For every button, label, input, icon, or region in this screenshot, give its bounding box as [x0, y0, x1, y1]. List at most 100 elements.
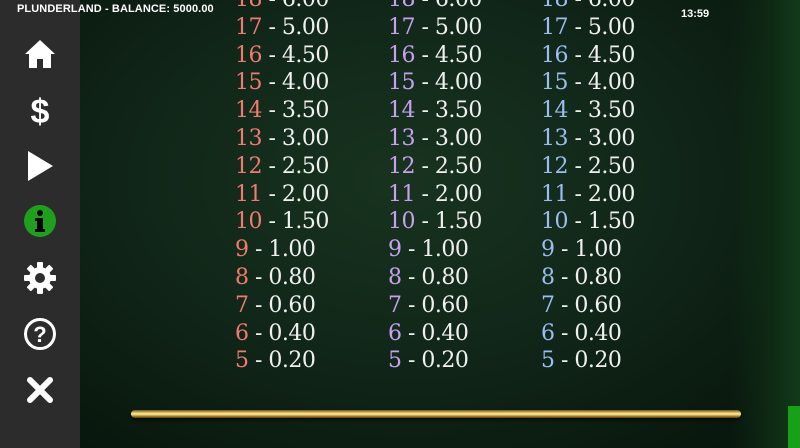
symbol-count: 13: [388, 126, 416, 151]
paytable-row: 14 - 3.50: [388, 97, 482, 125]
close-button[interactable]: [17, 370, 63, 410]
bet-button[interactable]: $: [17, 90, 63, 130]
separator: -: [262, 209, 282, 235]
symbol-count: 8: [235, 265, 249, 290]
payout-value: 4.00: [281, 70, 329, 96]
paytable-row: 5 - 0.20: [541, 347, 622, 375]
paytable-row: 11 - 2.00: [235, 181, 329, 209]
payout-value: 0.60: [268, 292, 316, 318]
close-icon: [27, 377, 53, 403]
settings-button[interactable]: [17, 258, 63, 298]
paytable-row: 6 - 0.40: [235, 320, 316, 348]
separator: -: [415, 42, 435, 68]
info-button[interactable]: [17, 201, 63, 241]
symbol-count: 14: [235, 98, 263, 124]
payout-value: 3.50: [281, 98, 329, 124]
payout-value: 0.20: [268, 348, 316, 374]
separator: -: [415, 181, 435, 207]
separator: -: [262, 181, 282, 207]
play-icon: [28, 151, 53, 181]
paytable-row: 10 - 1.50: [235, 208, 329, 236]
payout-value: 4.50: [587, 42, 635, 68]
paytable-row: 11 - 2.00: [541, 181, 635, 209]
symbol-count: 15: [541, 70, 569, 96]
symbol-count: 7: [235, 292, 249, 318]
paytable-row: 15 - 4.00: [388, 69, 482, 97]
symbol-count: 14: [388, 98, 416, 124]
separator: -: [568, 209, 588, 235]
separator: -: [401, 320, 422, 346]
paytable-row: 10 - 1.50: [541, 208, 635, 236]
paytable-row: 10 - 1.50: [388, 208, 482, 236]
paytable-row: 15 - 4.00: [541, 69, 635, 97]
paytable-row: 11 - 2.00: [388, 181, 482, 209]
home-button[interactable]: [17, 34, 63, 74]
payout-value: 0.80: [421, 265, 469, 290]
sidebar-menu: $ ?: [0, 0, 80, 448]
payout-value: 2.50: [281, 153, 329, 179]
separator: -: [401, 292, 422, 318]
payout-value: 0.20: [574, 348, 622, 374]
symbol-count: 15: [235, 70, 263, 96]
payout-value: 0.60: [574, 292, 622, 318]
paytable-row: 7 - 0.60: [388, 292, 469, 320]
scrollbar-thumb[interactable]: [788, 406, 800, 448]
paytable-row: 16 - 4.50: [541, 42, 635, 70]
paytable-row: 6 - 0.40: [388, 320, 469, 348]
separator: -: [262, 126, 282, 151]
separator: -: [248, 292, 269, 318]
payout-value: 0.80: [574, 265, 622, 290]
symbol-count: 16: [235, 42, 263, 68]
paytable-row: 9 - 1.00: [388, 236, 469, 264]
separator: -: [415, 153, 435, 179]
payout-value: 2.50: [434, 153, 482, 179]
symbol-count: 6: [541, 320, 555, 346]
symbol-count: 9: [388, 237, 402, 263]
paytable-row: 13 - 3.00: [235, 125, 329, 153]
payout-value: 1.50: [434, 209, 482, 235]
payout-value: 1.00: [421, 237, 469, 263]
separator: -: [415, 70, 435, 96]
symbol-count: 12: [541, 153, 569, 179]
home-icon: [25, 40, 55, 68]
paytable-row: 5 - 0.20: [235, 347, 316, 375]
help-button[interactable]: ?: [17, 314, 63, 354]
payout-value: 3.50: [434, 98, 482, 124]
payout-value: 3.00: [587, 126, 635, 151]
paytable-row: 9 - 1.00: [541, 236, 622, 264]
payout-value: 0.40: [268, 320, 316, 346]
symbol-count: 6: [235, 320, 249, 346]
paytable-row: 13 - 3.00: [541, 125, 635, 153]
separator: -: [568, 70, 588, 96]
symbol-count: 9: [541, 237, 555, 263]
separator: -: [554, 237, 575, 263]
payout-value: 0.40: [574, 320, 622, 346]
paytable-row: 9 - 1.00: [235, 236, 316, 264]
separator: -: [262, 42, 282, 68]
separator: -: [568, 42, 588, 68]
symbol-count: 15: [388, 70, 416, 96]
paytable-row: 16 - 4.50: [388, 42, 482, 70]
separator: -: [415, 126, 435, 151]
symbol-count: 8: [541, 265, 555, 290]
payout-value: 0.80: [268, 265, 316, 290]
symbol-count: 11: [235, 181, 263, 207]
separator: -: [262, 98, 282, 124]
payout-value: 1.50: [281, 209, 329, 235]
symbol-count: 7: [388, 292, 402, 318]
paytable-panel[interactable]: 18 - 6.0017 - 5.0016 - 4.5015 - 4.0014 -…: [80, 0, 800, 448]
autoplay-button[interactable]: [17, 146, 63, 186]
symbol-count: 5: [388, 348, 402, 374]
separator: -: [401, 265, 422, 290]
paytable-row: 16 - 4.50: [235, 42, 329, 70]
symbol-count: 6: [388, 320, 402, 346]
payout-value: 2.00: [587, 181, 635, 207]
svg-text:$: $: [31, 93, 50, 128]
paytable-row: 8 - 0.80: [388, 264, 469, 292]
payout-value: 1.50: [587, 209, 635, 235]
payout-value: 3.50: [587, 98, 635, 124]
paytable-row: 7 - 0.60: [541, 292, 622, 320]
separator: -: [401, 237, 422, 263]
paytable-row: 12 - 2.50: [541, 153, 635, 181]
separator: -: [262, 153, 282, 179]
